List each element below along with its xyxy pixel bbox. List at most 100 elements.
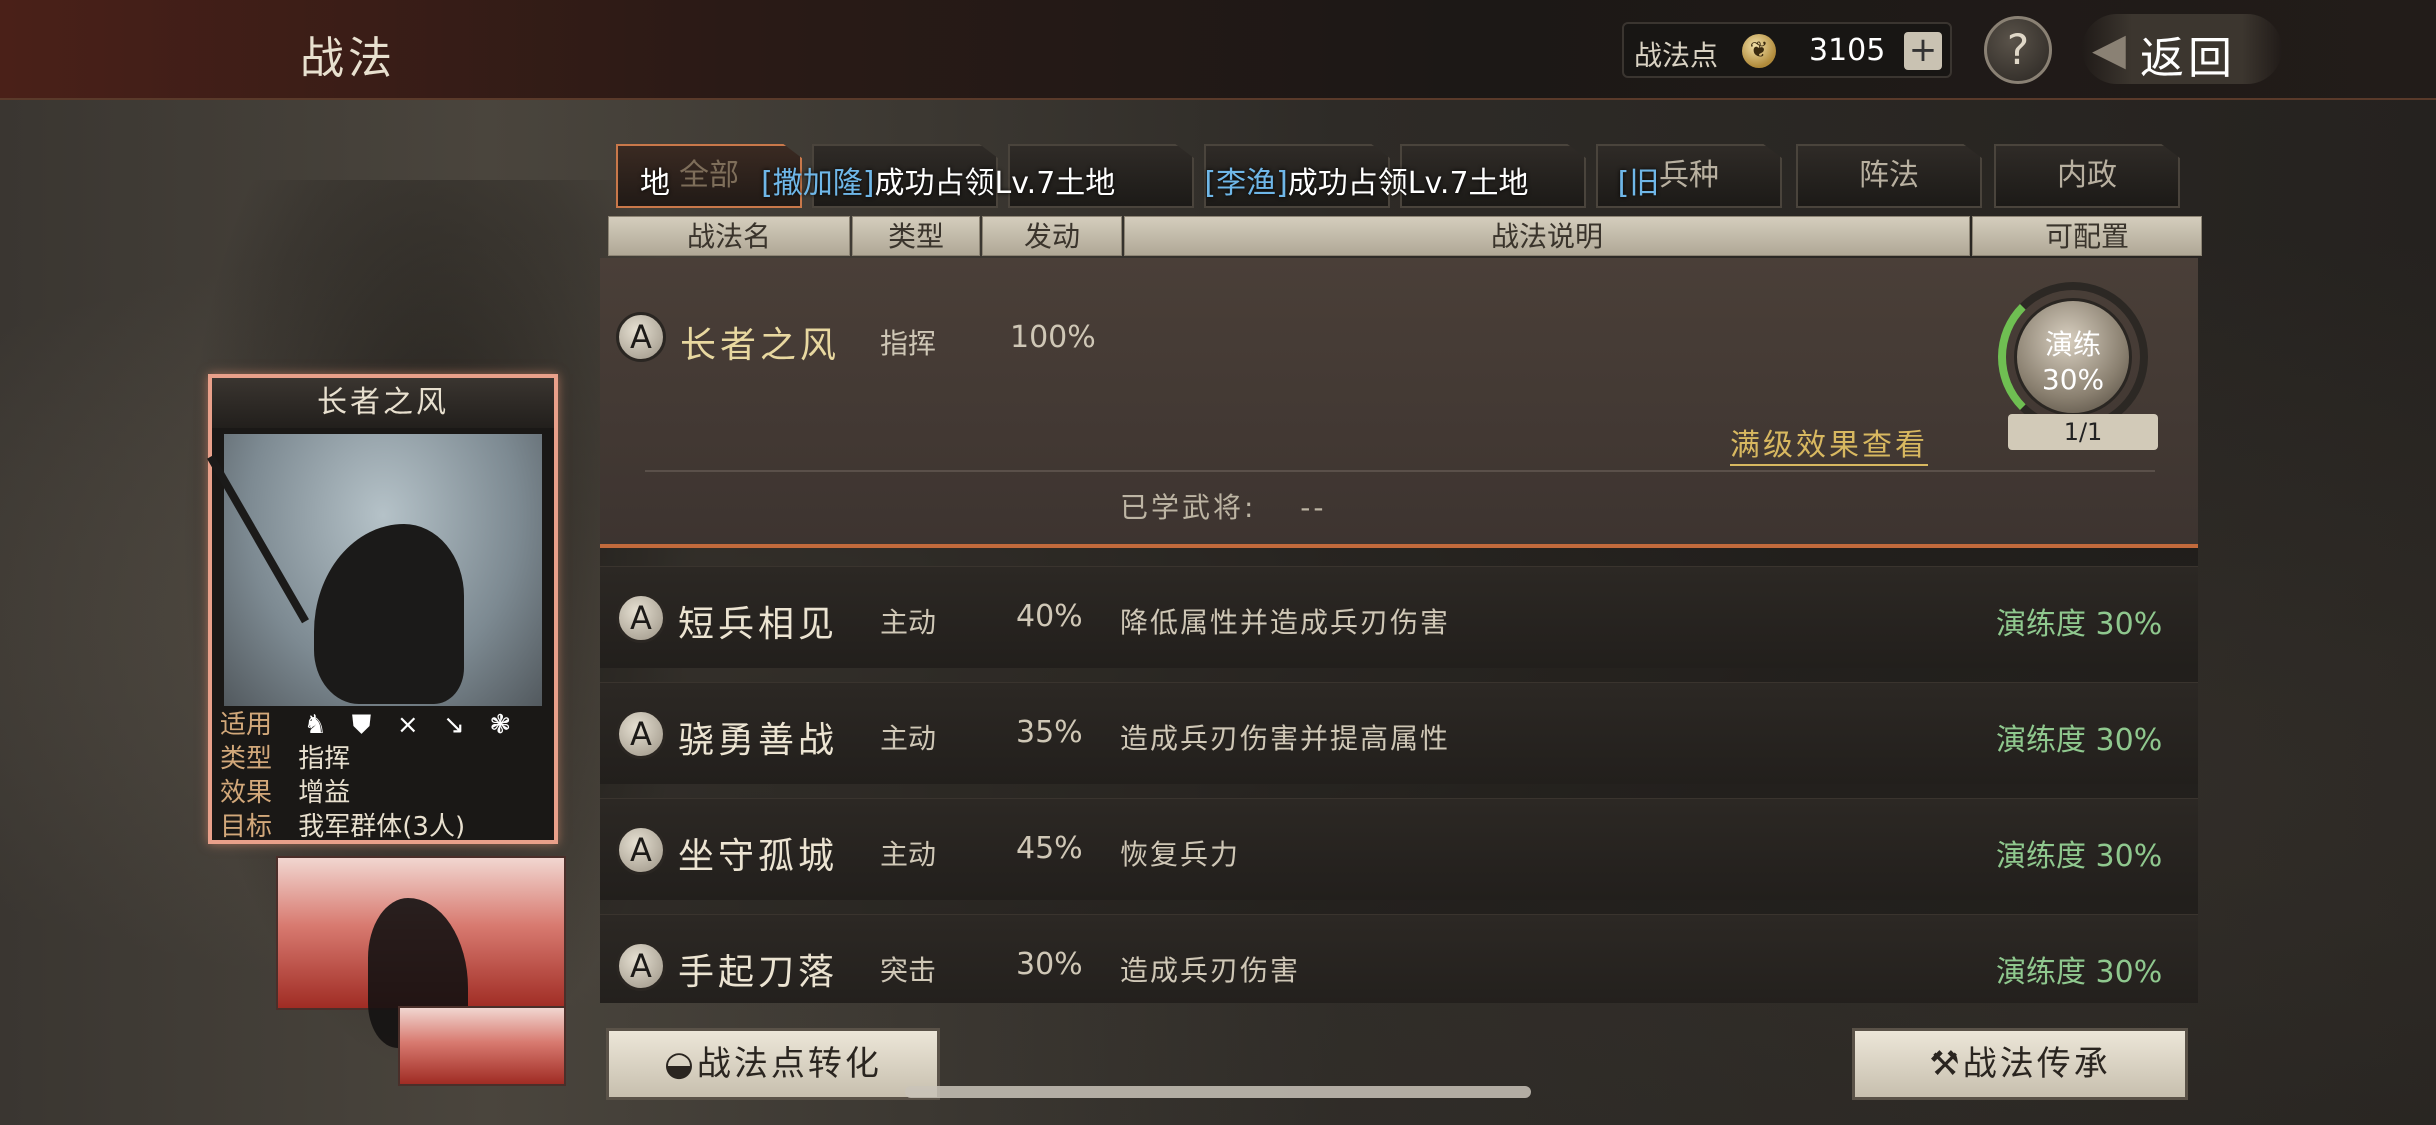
card-type-label: 类型 <box>220 744 273 774</box>
card-target-value: 我军群体(3人) <box>298 812 466 842</box>
grade-badge: A <box>616 709 666 759</box>
column-header-type[interactable]: 类型 <box>852 216 980 256</box>
full-level-effect-link[interactable]: 满级效果查看 <box>1730 420 1928 466</box>
page-title: 战法 <box>300 33 396 84</box>
tactic-type: 突击 <box>880 954 937 987</box>
card-art <box>207 434 542 706</box>
tactic-rate: 45% <box>1016 831 1083 866</box>
tactic-rate: 40% <box>1016 599 1083 634</box>
column-header-description: 战法说明 <box>1124 216 1970 256</box>
card-type-line: 类型 指挥 <box>220 742 550 776</box>
card-effect-value: 增益 <box>298 778 351 808</box>
back-button[interactable]: ◀ 返回 <box>2082 14 2282 84</box>
tactic-type: 主动 <box>880 722 937 755</box>
learned-generals-value: -- <box>1300 491 1327 524</box>
tactic-list[interactable]: A 长者之风 指挥 100% 满级效果查看 已学武将: -- 演练 30% 1/… <box>600 258 2198 1003</box>
home-indicator[interactable] <box>905 1086 1531 1098</box>
tactic-description: 造成兵刃伤害并提高属性 <box>1120 722 1451 755</box>
back-arrow-icon: ◀ <box>2092 24 2126 75</box>
tactic-description: 造成兵刃伤害 <box>1120 954 1301 987</box>
tactic-type: 主动 <box>880 606 937 639</box>
help-button[interactable]: ? <box>1984 16 2052 84</box>
tactic-name: 手起刀落 <box>678 952 839 993</box>
ticker-player-name: [李渔] <box>1204 166 1288 201</box>
shield-icon: ⛊ <box>351 710 372 740</box>
ticker-message: 成功占领Lv.7土地 <box>1287 166 1529 201</box>
ticker-player-name: [旧 <box>1617 166 1660 201</box>
column-header-trigger[interactable]: 发动 <box>982 216 1122 256</box>
card-info: 适用 ♞ ⛊ ⨯ ↘ ❃ 类型 指挥 效果 增益 目标 我军群体(3人) <box>220 708 550 844</box>
card-effect-label: 效果 <box>220 778 273 808</box>
tactic-name: 骁勇善战 <box>678 720 839 761</box>
add-points-button[interactable]: + <box>1904 32 1942 70</box>
ticker-prefix: 地 <box>640 166 670 201</box>
convert-points-label: 战法点转化 <box>696 1044 882 1084</box>
card-type-value: 指挥 <box>298 744 351 774</box>
card-art-silhouette <box>314 524 464 704</box>
card-apply-label: 适用 <box>220 710 273 740</box>
tactic-rate: 35% <box>1016 715 1083 750</box>
grade-badge: A <box>616 312 666 362</box>
grade-badge: A <box>616 941 666 991</box>
drop-icon: ◒ <box>664 1044 697 1084</box>
tactic-description: 降低属性并造成兵刃伤害 <box>1120 606 1451 639</box>
tactic-row[interactable]: A 骁勇善战 主动 35% 造成兵刃伤害并提高属性 演练度 30% <box>600 682 2198 784</box>
stacked-tactic-card <box>276 856 566 1048</box>
tactic-rate: 100% <box>1010 320 1096 355</box>
grade-badge: A <box>616 825 666 875</box>
ticker-player-name: [撒加隆] <box>761 166 875 201</box>
card-target-line: 目标 我军群体(3人) <box>220 810 550 844</box>
drill-label: 演练 <box>2044 328 2101 361</box>
row-divider <box>645 470 2155 472</box>
inherit-tactic-button[interactable]: ⚒战法传承 <box>1852 1028 2188 1100</box>
ticker-message: 成功占领Lv.7土地 <box>874 166 1116 201</box>
drill-count: 1/1 <box>2008 414 2158 450</box>
tactic-points-value: 3105 <box>1809 33 1886 68</box>
tactic-name: 短兵相见 <box>678 604 839 645</box>
grade-badge: A <box>616 593 666 643</box>
convert-points-button[interactable]: ◒战法点转化 <box>606 1028 940 1100</box>
hammer-icon: ⚒ <box>1929 1044 1963 1084</box>
tactic-type: 主动 <box>880 838 937 871</box>
card-effect-line: 效果 增益 <box>220 776 550 810</box>
tactic-row-expanded[interactable]: A 长者之风 指挥 100% 满级效果查看 已学武将: -- 演练 30% 1/… <box>600 258 2198 548</box>
broadcast-ticker: 地 [撒加隆]成功占领Lv.7土地 [李渔]成功占领Lv.7土地 [旧 <box>640 158 1659 202</box>
inherit-tactic-label: 战法传承 <box>1962 1044 2111 1084</box>
tactic-name: 坐守孤城 <box>678 836 839 877</box>
drill-level: 演练度 30% <box>1996 839 2163 874</box>
tactic-card[interactable]: 长者之风 适用 ♞ ⛊ ⨯ ↘ ❃ 类型 指挥 效果 增益 目标 我军群体(3人… <box>207 374 558 844</box>
column-header-description-label: 战法说明 <box>1490 220 1603 253</box>
tactic-point-coin-icon: ❦ <box>1742 34 1776 68</box>
siege-icon: ❃ <box>489 710 512 740</box>
tactic-row[interactable]: A 短兵相见 主动 40% 降低属性并造成兵刃伤害 演练度 30% <box>600 566 2198 668</box>
card-art-sword <box>207 454 309 624</box>
spear-icon: ↘ <box>443 710 465 740</box>
card-apply-line: 适用 ♞ ⛊ ⨯ ↘ ❃ <box>220 708 550 742</box>
tab-internal-affairs[interactable]: 内政 <box>1994 144 2180 208</box>
bow-icon: ⨯ <box>396 710 419 740</box>
card-target-label: 目标 <box>220 812 273 842</box>
stacked-tactic-card <box>398 1006 566 1086</box>
tab-formation[interactable]: 阵法 <box>1796 144 1982 208</box>
tactic-rate: 30% <box>1016 947 1083 982</box>
back-label: 返回 <box>2140 33 2236 84</box>
tactic-description: 恢复兵力 <box>1120 838 1241 871</box>
drill-percent: 30% <box>2041 363 2105 396</box>
learned-generals: 已学武将: -- <box>1120 486 1326 526</box>
learned-generals-label: 已学武将: <box>1120 491 1257 524</box>
drill-level: 演练度 30% <box>1996 607 2163 642</box>
tactic-row[interactable]: A 手起刀落 突击 30% 造成兵刃伤害 演练度 30% <box>600 914 2198 1003</box>
tactic-points-box: 战法点 ❦ 3105 + <box>1622 22 1952 78</box>
tactic-type: 指挥 <box>880 327 937 360</box>
column-header-name[interactable]: 战法名 <box>608 216 850 256</box>
drill-level: 演练度 30% <box>1996 723 2163 758</box>
column-header-configurable[interactable]: 可配置 <box>1972 216 2202 256</box>
tactic-row[interactable]: A 坐守孤城 主动 45% 恢复兵力 演练度 30% <box>600 798 2198 900</box>
drill-level: 演练度 30% <box>1996 955 2163 990</box>
drill-button[interactable]: 演练 30% <box>2014 298 2132 416</box>
tactic-points-label: 战法点 <box>1634 39 1719 72</box>
top-bar: 战法 战法点 ❦ 3105 + ? ◀ 返回 <box>0 0 2436 100</box>
card-title: 长者之风 <box>212 378 554 428</box>
tactic-name: 长者之风 <box>680 325 841 366</box>
cavalry-icon: ♞ <box>303 710 327 740</box>
